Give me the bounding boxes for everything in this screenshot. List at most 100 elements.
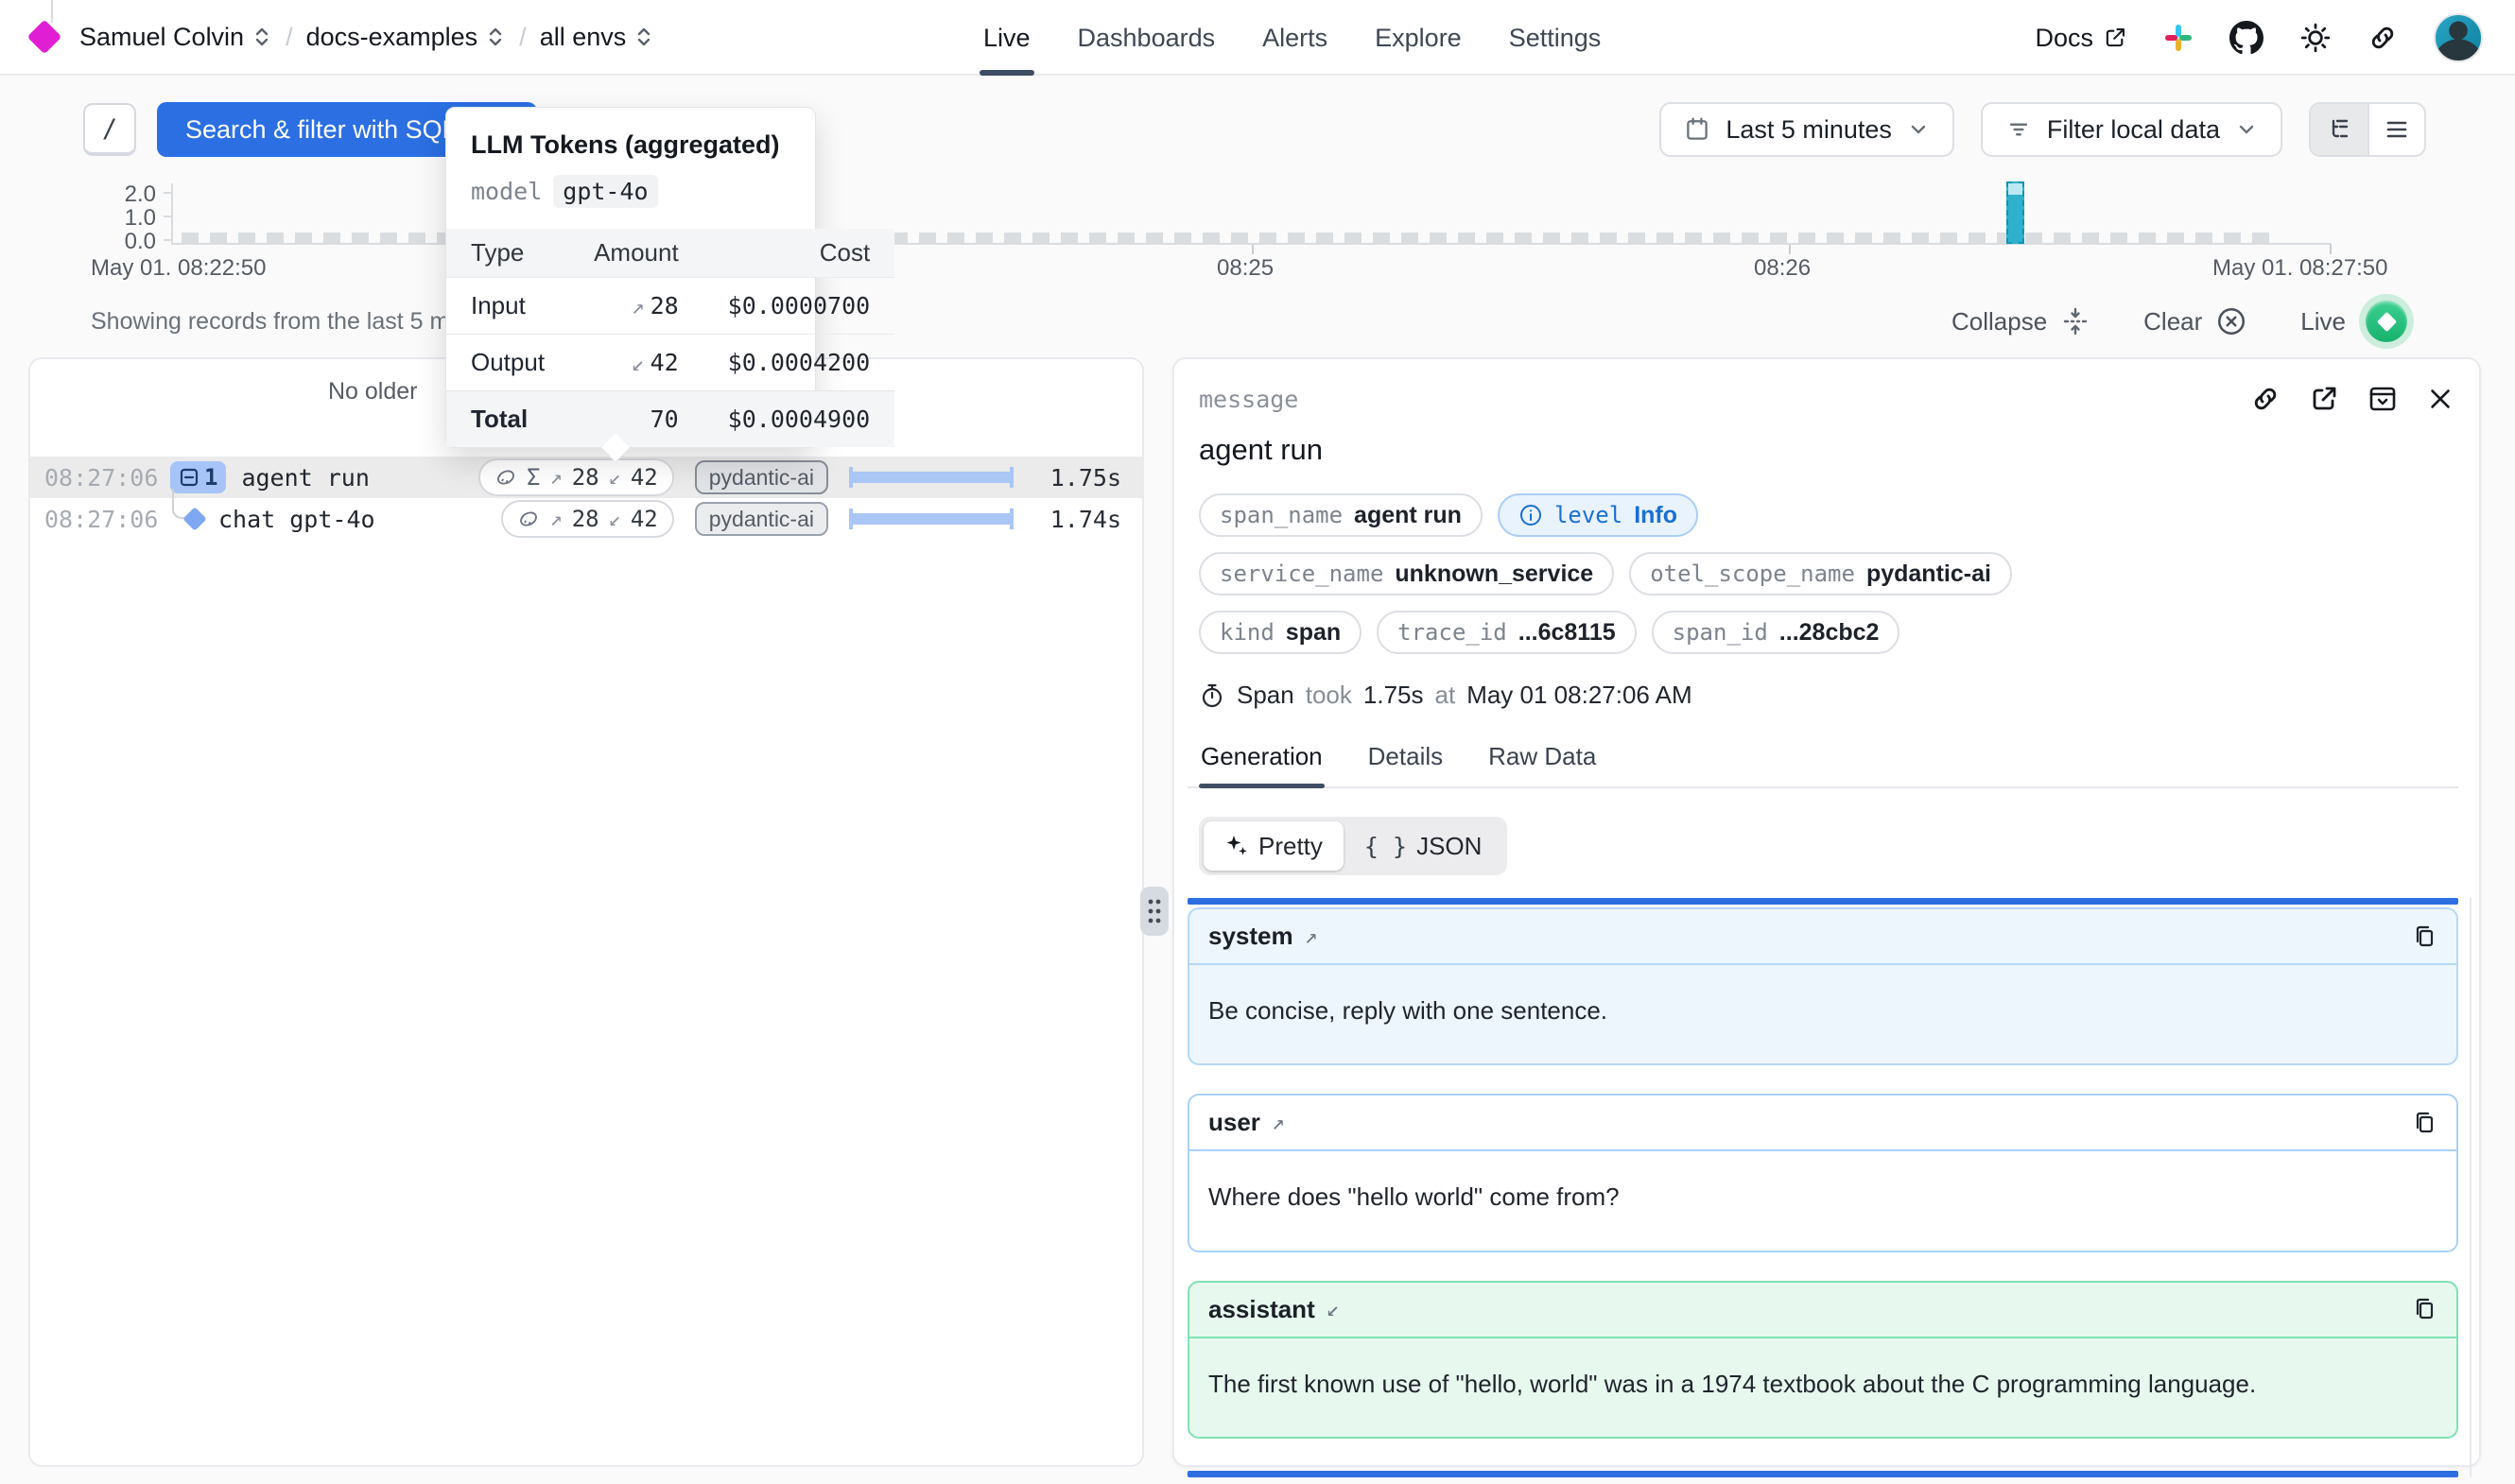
user-avatar[interactable] xyxy=(2434,13,2483,62)
histogram-bar-selected[interactable] xyxy=(2006,181,2024,244)
messages-area[interactable]: system ↗ Be concise, reply with one sent… xyxy=(1188,898,2458,1477)
pill-key: span_id xyxy=(1673,619,1768,646)
pill-service-name[interactable]: service_name unknown_service xyxy=(1199,552,1614,595)
row-cost: $0.0004200 xyxy=(728,349,871,376)
pill-kind[interactable]: kind span xyxy=(1199,611,1362,654)
tree-view-button[interactable] xyxy=(2311,104,2368,155)
x-label-end: May 01. 08:27:50 xyxy=(2212,255,2387,282)
github-icon[interactable] xyxy=(2229,21,2264,55)
org-selector[interactable]: Samuel Colvin xyxy=(79,23,272,52)
token-coin-icon xyxy=(517,508,540,530)
chevron-down-icon xyxy=(1907,118,1930,141)
role-label: user xyxy=(1208,1108,1260,1137)
message-text: Be concise, reply with one sentence. xyxy=(1189,965,2286,1063)
list-view-button[interactable] xyxy=(2368,104,2424,155)
trace-row-chat-gpt4o[interactable]: 08:27:06 chat gpt-4o ↗ 28 ↙ 42 pydantic-… xyxy=(30,498,1142,540)
tab-raw-data[interactable]: Raw Data xyxy=(1486,742,1598,786)
tab-live[interactable]: Live xyxy=(983,0,1031,76)
table-row-total: Total 70 $0.0004900 xyxy=(446,391,894,448)
trace-row-meta: Σ ↗ 28 ↙ 42 pydantic-ai 1.75s xyxy=(478,458,1121,496)
time-controls: Last 5 minutes Filter local data xyxy=(1659,102,2426,157)
pill-key: kind xyxy=(1220,619,1275,646)
tooltip-model-row: model gpt-4o xyxy=(446,164,815,229)
input-tokens: 28 xyxy=(572,506,599,532)
docs-link[interactable]: Docs xyxy=(2035,24,2127,53)
tab-explore[interactable]: Explore xyxy=(1375,0,1462,76)
output-tokens: 42 xyxy=(631,464,658,491)
pill-level[interactable]: level Info xyxy=(1498,493,1698,537)
collapse-button[interactable]: Collapse xyxy=(1951,306,2090,336)
y-tickmark xyxy=(164,239,172,241)
records-histogram[interactable]: 2.0 1.0 0.0 May 01. 08:22:50 08:25 08:26… xyxy=(0,176,2515,287)
message-header: assistant ↙ xyxy=(1189,1283,2456,1338)
attribute-pills: span_name agent run level Info service_n… xyxy=(1174,467,2479,654)
slack-icon[interactable] xyxy=(2163,23,2194,53)
output-tokens: 42 xyxy=(631,506,658,532)
model-key: model xyxy=(471,178,542,205)
y-tickmark xyxy=(164,192,172,194)
tooltip-title: LLM Tokens (aggregated) xyxy=(446,108,815,164)
filter-icon xyxy=(2005,116,2032,143)
pill-span-id[interactable]: span_id ...28cbc2 xyxy=(1652,611,1900,654)
copy-icon[interactable] xyxy=(2411,1110,2437,1136)
grip-dots-icon xyxy=(1140,887,1169,936)
live-toggle[interactable]: Live xyxy=(2300,294,2414,349)
span-word: Span xyxy=(1237,681,1294,710)
live-indicator-button[interactable] xyxy=(2359,294,2414,349)
close-icon[interactable] xyxy=(2426,385,2454,413)
span-duration: 1.75s xyxy=(1363,681,1424,710)
input-arrow-icon: ↗ xyxy=(632,295,645,319)
row-type: Output xyxy=(446,335,569,391)
pretty-toggle[interactable]: Pretty xyxy=(1204,821,1344,871)
pill-trace-id[interactable]: trace_id ...6c8115 xyxy=(1377,611,1636,654)
detail-header: message xyxy=(1174,359,2479,414)
panel-resize-handle[interactable] xyxy=(1140,887,1169,936)
tab-dashboards[interactable]: Dashboards xyxy=(1078,0,1216,76)
pill-span-name[interactable]: span_name agent run xyxy=(1199,493,1483,537)
slash-shortcut-key[interactable]: / xyxy=(83,103,136,156)
time-range-dropdown[interactable]: Last 5 minutes xyxy=(1659,102,1954,157)
environment-selector[interactable]: all envs xyxy=(540,23,655,52)
share-link-icon[interactable] xyxy=(2368,23,2398,53)
tab-settings[interactable]: Settings xyxy=(1509,0,1602,76)
clear-button[interactable]: Clear xyxy=(2143,305,2247,337)
y-tick-0: 0.0 xyxy=(99,229,156,255)
message-text: The first known use of "hello, world" wa… xyxy=(1189,1338,2286,1437)
sigma-aggregate-icon: Σ xyxy=(527,464,540,491)
logfire-logo[interactable] xyxy=(27,20,62,55)
dock-panel-icon[interactable] xyxy=(2368,384,2398,414)
span-detail-panel: message agent run span_name xyxy=(1172,357,2481,1467)
x-label-start: May 01. 08:22:50 xyxy=(91,255,266,282)
pill-value: agent run xyxy=(1354,502,1462,529)
tab-generation[interactable]: Generation xyxy=(1199,742,1325,786)
copy-icon[interactable] xyxy=(2411,1296,2437,1322)
pill-otel-scope-name[interactable]: otel_scope_name pydantic-ai xyxy=(1629,552,2012,595)
open-in-new-icon[interactable] xyxy=(2309,384,2339,414)
role-label: system xyxy=(1208,922,1293,951)
showing-records-text: Showing records from the last 5 m xyxy=(91,308,449,336)
project-selector[interactable]: docs-examples xyxy=(306,23,507,52)
pill-key: trace_id xyxy=(1397,619,1507,646)
copy-icon[interactable] xyxy=(2411,923,2437,950)
scope-tag[interactable]: pydantic-ai xyxy=(695,502,828,536)
message-system: system ↗ Be concise, reply with one sent… xyxy=(1188,907,2458,1065)
breadcrumb-separator: / xyxy=(286,23,293,52)
copy-link-icon[interactable] xyxy=(2250,384,2281,414)
json-toggle[interactable]: { } JSON xyxy=(1344,821,1503,871)
tab-alerts[interactable]: Alerts xyxy=(1262,0,1327,76)
row-amount: 28 xyxy=(650,292,679,319)
output-arrow-icon: ↙ xyxy=(609,508,621,531)
span-name: chat gpt-4o xyxy=(218,506,375,533)
token-usage-pill[interactable]: ↗ 28 ↙ 42 xyxy=(501,500,673,538)
x-label-0826: 08:26 xyxy=(1754,255,1811,282)
output-arrow-icon: ↙ xyxy=(609,466,621,490)
theme-toggle-sun-icon[interactable] xyxy=(2299,22,2332,54)
scope-tag[interactable]: pydantic-ai xyxy=(695,460,828,494)
role-label: assistant xyxy=(1208,1295,1315,1324)
tab-details[interactable]: Details xyxy=(1366,742,1445,786)
message-header: system ↗ xyxy=(1189,909,2456,965)
scrollbar[interactable] xyxy=(2470,898,2472,1477)
input-arrow-icon: ↗ xyxy=(1305,924,1318,949)
token-usage-pill[interactable]: Σ ↗ 28 ↙ 42 xyxy=(478,458,674,496)
filter-local-data-dropdown[interactable]: Filter local data xyxy=(1981,102,2282,157)
